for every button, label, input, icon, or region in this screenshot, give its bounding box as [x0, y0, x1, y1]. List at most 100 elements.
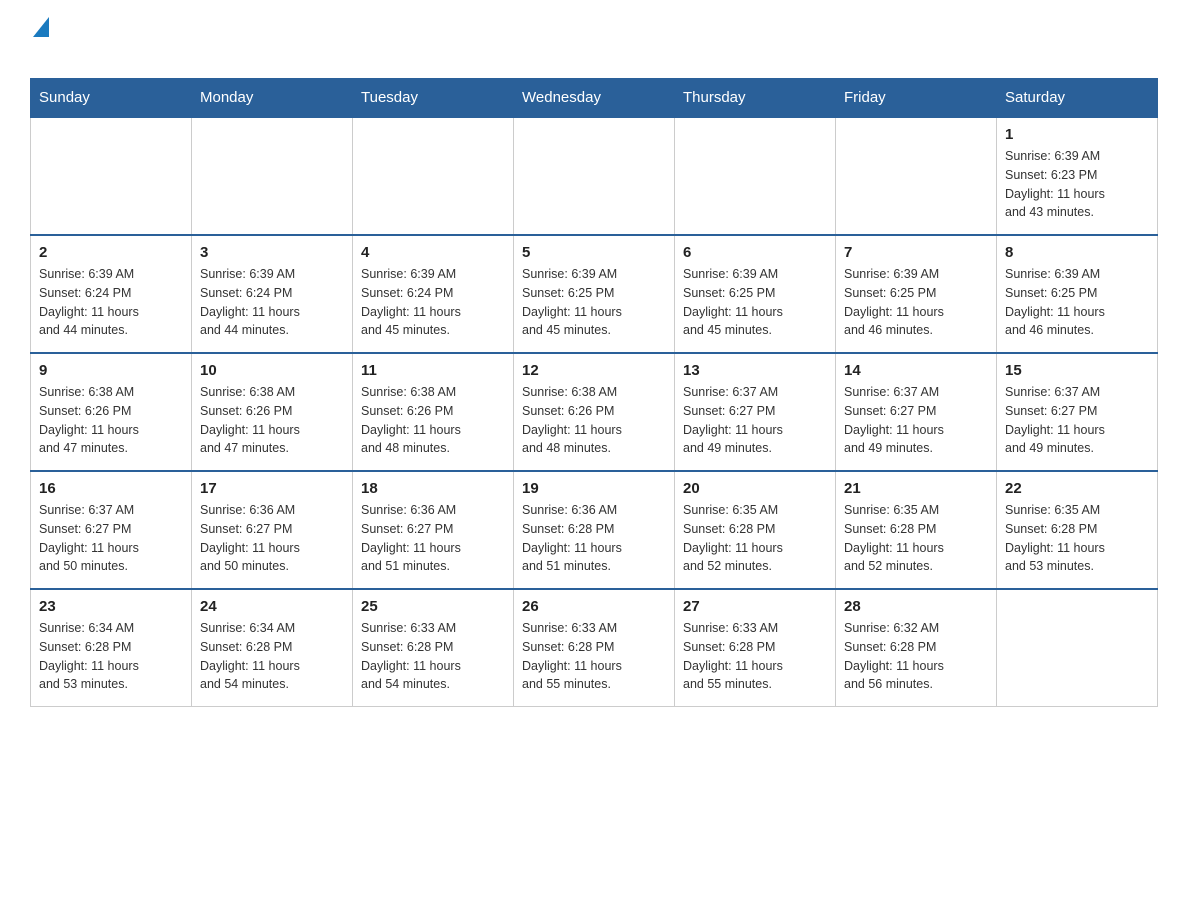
day-info: Sunrise: 6:39 AMSunset: 6:25 PMDaylight:…	[844, 265, 988, 340]
calendar-day-cell: 22 Sunrise: 6:35 AMSunset: 6:28 PMDayligh…	[997, 471, 1158, 589]
day-number: 15	[1005, 362, 1149, 379]
day-info: Sunrise: 6:38 AMSunset: 6:26 PMDaylight:…	[522, 383, 666, 458]
day-info: Sunrise: 6:35 AMSunset: 6:28 PMDaylight:…	[844, 501, 988, 576]
calendar-day-cell: 18Sunrise: 6:36 AMSunset: 6:27 PMDayligh…	[353, 471, 514, 589]
column-header-tuesday: Tuesday	[353, 79, 514, 118]
day-number: 23	[39, 598, 183, 615]
calendar-day-cell	[836, 117, 997, 235]
calendar-day-cell: 5 Sunrise: 6:39 AMSunset: 6:25 PMDaylight…	[514, 235, 675, 353]
calendar-day-cell	[192, 117, 353, 235]
day-number: 2	[39, 244, 183, 261]
calendar-week-row: 2 Sunrise: 6:39 AMSunset: 6:24 PMDaylight…	[31, 235, 1158, 353]
calendar-week-row: 16 Sunrise: 6:37 AMSunset: 6:27 PMDayligh…	[31, 471, 1158, 589]
day-info: Sunrise: 6:37 AMSunset: 6:27 PMDaylight:…	[39, 501, 183, 576]
calendar-day-cell: 12Sunrise: 6:38 AMSunset: 6:26 PMDayligh…	[514, 353, 675, 471]
day-number: 24	[200, 598, 344, 615]
calendar-day-cell	[675, 117, 836, 235]
day-info: Sunrise: 6:38 AMSunset: 6:26 PMDaylight:…	[200, 383, 344, 458]
day-number: 14	[844, 362, 988, 379]
calendar-day-cell: 16 Sunrise: 6:37 AMSunset: 6:27 PMDayligh…	[31, 471, 192, 589]
day-number: 17	[200, 480, 344, 497]
day-info: Sunrise: 6:33 AMSunset: 6:28 PMDaylight:…	[361, 619, 505, 694]
day-info: Sunrise: 6:35 AMSunset: 6:28 PMDaylight:…	[1005, 501, 1149, 576]
day-info: Sunrise: 6:39 AMSunset: 6:25 PMDaylight:…	[1005, 265, 1149, 340]
calendar-day-cell: 3 Sunrise: 6:39 AMSunset: 6:24 PMDaylight…	[192, 235, 353, 353]
calendar-day-cell: 21 Sunrise: 6:35 AMSunset: 6:28 PMDayligh…	[836, 471, 997, 589]
calendar-day-cell: 15 Sunrise: 6:37 AMSunset: 6:27 PMDayligh…	[997, 353, 1158, 471]
calendar-day-cell: 24 Sunrise: 6:34 AMSunset: 6:28 PMDayligh…	[192, 589, 353, 707]
logo-triangle-icon	[33, 17, 49, 37]
day-info: Sunrise: 6:39 AMSunset: 6:25 PMDaylight:…	[522, 265, 666, 340]
column-header-friday: Friday	[836, 79, 997, 118]
day-number: 9	[39, 362, 183, 379]
calendar-day-cell: 2 Sunrise: 6:39 AMSunset: 6:24 PMDaylight…	[31, 235, 192, 353]
day-number: 6	[683, 244, 827, 261]
calendar-day-cell: 8 Sunrise: 6:39 AMSunset: 6:25 PMDaylight…	[997, 235, 1158, 353]
day-number: 7	[844, 244, 988, 261]
day-number: 1	[1005, 126, 1149, 143]
day-info: Sunrise: 6:36 AMSunset: 6:28 PMDaylight:…	[522, 501, 666, 576]
day-info: Sunrise: 6:39 AMSunset: 6:25 PMDaylight:…	[683, 265, 827, 340]
calendar-week-row: 1 Sunrise: 6:39 AMSunset: 6:23 PMDaylight…	[31, 117, 1158, 235]
day-info: Sunrise: 6:39 AMSunset: 6:24 PMDaylight:…	[39, 265, 183, 340]
calendar-day-cell	[353, 117, 514, 235]
day-info: Sunrise: 6:39 AMSunset: 6:23 PMDaylight:…	[1005, 147, 1149, 222]
column-header-monday: Monday	[192, 79, 353, 118]
calendar-day-cell: 11Sunrise: 6:38 AMSunset: 6:26 PMDayligh…	[353, 353, 514, 471]
day-number: 27	[683, 598, 827, 615]
column-header-thursday: Thursday	[675, 79, 836, 118]
day-number: 8	[1005, 244, 1149, 261]
calendar-day-cell: 9 Sunrise: 6:38 AMSunset: 6:26 PMDaylight…	[31, 353, 192, 471]
day-info: Sunrise: 6:37 AMSunset: 6:27 PMDaylight:…	[844, 383, 988, 458]
calendar-day-cell: 7 Sunrise: 6:39 AMSunset: 6:25 PMDaylight…	[836, 235, 997, 353]
day-number: 13	[683, 362, 827, 379]
day-number: 5	[522, 244, 666, 261]
day-info: Sunrise: 6:35 AMSunset: 6:28 PMDaylight:…	[683, 501, 827, 576]
day-info: Sunrise: 6:32 AMSunset: 6:28 PMDaylight:…	[844, 619, 988, 694]
day-number: 4	[361, 244, 505, 261]
day-number: 25	[361, 598, 505, 615]
column-header-wednesday: Wednesday	[514, 79, 675, 118]
day-info: Sunrise: 6:34 AMSunset: 6:28 PMDaylight:…	[200, 619, 344, 694]
day-number: 10	[200, 362, 344, 379]
calendar-day-cell: 13 Sunrise: 6:37 AMSunset: 6:27 PMDayligh…	[675, 353, 836, 471]
day-number: 3	[200, 244, 344, 261]
calendar-day-cell	[997, 589, 1158, 707]
calendar-day-cell: 20Sunrise: 6:35 AMSunset: 6:28 PMDayligh…	[675, 471, 836, 589]
day-info: Sunrise: 6:39 AMSunset: 6:24 PMDaylight:…	[200, 265, 344, 340]
day-number: 28	[844, 598, 988, 615]
calendar-day-cell: 27 Sunrise: 6:33 AMSunset: 6:28 PMDayligh…	[675, 589, 836, 707]
day-number: 11	[361, 362, 505, 379]
day-number: 21	[844, 480, 988, 497]
day-info: Sunrise: 6:39 AMSunset: 6:24 PMDaylight:…	[361, 265, 505, 340]
calendar-week-row: 23 Sunrise: 6:34 AMSunset: 6:28 PMDayligh…	[31, 589, 1158, 707]
calendar-day-cell: 26Sunrise: 6:33 AMSunset: 6:28 PMDayligh…	[514, 589, 675, 707]
calendar-day-cell: 10 Sunrise: 6:38 AMSunset: 6:26 PMDayligh…	[192, 353, 353, 471]
calendar-day-cell: 6 Sunrise: 6:39 AMSunset: 6:25 PMDaylight…	[675, 235, 836, 353]
day-info: Sunrise: 6:38 AMSunset: 6:26 PMDaylight:…	[39, 383, 183, 458]
day-info: Sunrise: 6:33 AMSunset: 6:28 PMDaylight:…	[522, 619, 666, 694]
calendar-day-cell	[514, 117, 675, 235]
day-number: 19	[522, 480, 666, 497]
column-header-saturday: Saturday	[997, 79, 1158, 118]
column-header-sunday: Sunday	[31, 79, 192, 118]
day-info: Sunrise: 6:33 AMSunset: 6:28 PMDaylight:…	[683, 619, 827, 694]
day-info: Sunrise: 6:37 AMSunset: 6:27 PMDaylight:…	[683, 383, 827, 458]
day-info: Sunrise: 6:36 AMSunset: 6:27 PMDaylight:…	[200, 501, 344, 576]
calendar-day-cell	[31, 117, 192, 235]
calendar-day-cell: 1 Sunrise: 6:39 AMSunset: 6:23 PMDaylight…	[997, 117, 1158, 235]
day-number: 22	[1005, 480, 1149, 497]
logo	[30, 20, 49, 68]
day-info: Sunrise: 6:37 AMSunset: 6:27 PMDaylight:…	[1005, 383, 1149, 458]
calendar-day-cell: 19 Sunrise: 6:36 AMSunset: 6:28 PMDayligh…	[514, 471, 675, 589]
calendar-header-row: SundayMondayTuesdayWednesdayThursdayFrid…	[31, 79, 1158, 118]
calendar-day-cell: 25 Sunrise: 6:33 AMSunset: 6:28 PMDayligh…	[353, 589, 514, 707]
calendar-day-cell: 4 Sunrise: 6:39 AMSunset: 6:24 PMDaylight…	[353, 235, 514, 353]
calendar-day-cell: 14 Sunrise: 6:37 AMSunset: 6:27 PMDayligh…	[836, 353, 997, 471]
calendar-day-cell: 23 Sunrise: 6:34 AMSunset: 6:28 PMDayligh…	[31, 589, 192, 707]
day-number: 16	[39, 480, 183, 497]
day-info: Sunrise: 6:34 AMSunset: 6:28 PMDaylight:…	[39, 619, 183, 694]
calendar-week-row: 9 Sunrise: 6:38 AMSunset: 6:26 PMDaylight…	[31, 353, 1158, 471]
calendar-day-cell: 28 Sunrise: 6:32 AMSunset: 6:28 PMDayligh…	[836, 589, 997, 707]
day-info: Sunrise: 6:36 AMSunset: 6:27 PMDaylight:…	[361, 501, 505, 576]
